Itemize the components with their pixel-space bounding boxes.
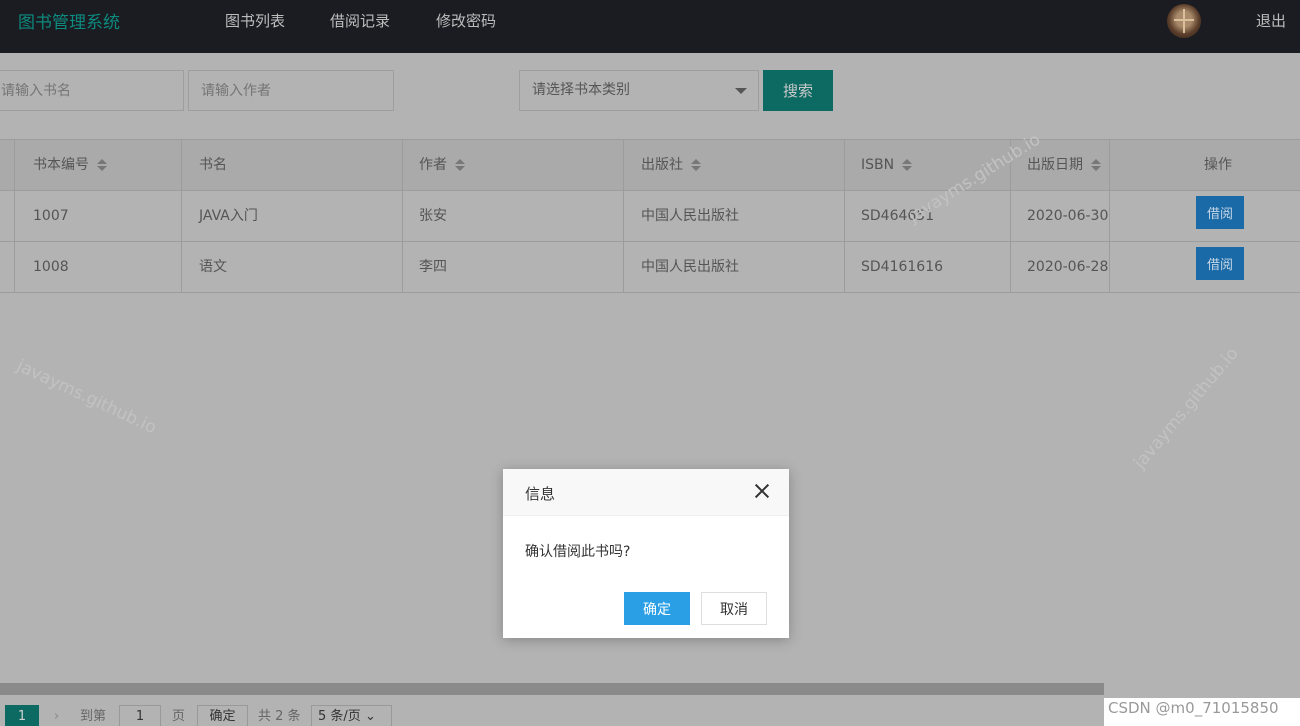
column-divider <box>402 139 403 293</box>
page-current[interactable]: 1 <box>5 705 39 726</box>
dialog-message: 确认借阅此书吗? <box>525 544 631 560</box>
page-label: 页 <box>172 709 186 724</box>
close-icon[interactable] <box>754 483 770 499</box>
column-header-publisher[interactable]: 出版社 <box>641 140 701 190</box>
cell-publisher: 中国人民出版社 <box>641 259 739 275</box>
column-divider <box>14 139 15 293</box>
goto-label: 到第 <box>80 709 107 724</box>
author-input[interactable] <box>188 70 394 111</box>
cell-publisher: 中国人民出版社 <box>641 208 739 224</box>
column-divider <box>181 139 182 293</box>
borrow-button[interactable]: 借阅 <box>1196 247 1244 280</box>
sort-icon[interactable] <box>97 159 107 171</box>
sort-icon[interactable] <box>455 159 465 171</box>
next-page-icon[interactable]: › <box>54 705 59 726</box>
logout-link[interactable]: 退出 <box>1256 10 1286 31</box>
total-count: 共 2 条 <box>258 709 301 724</box>
cell-date: 2020-06-30 <box>1027 208 1109 224</box>
page-size-select[interactable]: 5 条/页 ⌄ <box>311 705 392 726</box>
cancel-button[interactable]: 取消 <box>701 592 767 625</box>
sort-icon[interactable] <box>691 159 701 171</box>
csdn-watermark: CSDN @m0_71015850 <box>1104 698 1300 726</box>
category-select[interactable]: 请选择书本类别 <box>519 70 759 111</box>
nav-borrow-records[interactable]: 借阅记录 <box>330 10 390 31</box>
watermark-text: javayms.github.io <box>13 356 160 439</box>
nav-change-password[interactable]: 修改密码 <box>436 10 496 31</box>
sort-icon[interactable] <box>902 159 913 171</box>
confirm-button[interactable]: 确定 <box>624 592 690 625</box>
app-logo[interactable]: 图书管理系统 <box>18 8 120 33</box>
goto-confirm-button[interactable]: 确定 <box>197 705 248 726</box>
chevron-down-icon: ⌄ <box>364 709 376 724</box>
cell-date: 2020-06-28 <box>1027 259 1109 275</box>
goto-page-input[interactable]: 1 <box>119 705 161 726</box>
dialog-title: 信息 <box>525 485 556 503</box>
dialog-header: 信息 <box>503 469 789 516</box>
confirm-dialog: 信息 确认借阅此书吗? 确定 取消 <box>503 469 789 638</box>
chevron-down-icon <box>735 88 747 94</box>
user-avatar[interactable] <box>1167 4 1201 38</box>
column-header-id[interactable]: 书本编号 <box>33 140 107 190</box>
borrow-button[interactable]: 借阅 <box>1196 196 1244 229</box>
table-header: 书本编号 书名 作者 出版社 ISBN 出版日期 操作 <box>0 139 1300 191</box>
watermark-text: javayms.github.io <box>1130 343 1243 473</box>
table-row: 1007 JAVA入门 张安 中国人民出版社 SD464651 2020-06-… <box>0 191 1300 242</box>
cell-name: 语文 <box>199 259 227 275</box>
column-divider <box>844 139 845 293</box>
column-header-isbn[interactable]: ISBN <box>861 140 913 190</box>
cell-name: JAVA入门 <box>199 208 258 224</box>
nav-book-list[interactable]: 图书列表 <box>225 10 285 31</box>
horizontal-scrollbar[interactable] <box>0 683 1104 695</box>
table-row: 1008 语文 李四 中国人民出版社 SD4161616 2020-06-28 … <box>0 242 1300 293</box>
cell-isbn: SD4161616 <box>861 259 944 275</box>
book-name-input[interactable] <box>0 70 184 111</box>
cell-author: 李四 <box>419 259 447 275</box>
top-navbar: 图书管理系统 图书列表 借阅记录 修改密码 退出 <box>0 0 1300 53</box>
search-button[interactable]: 搜索 <box>763 70 833 111</box>
column-header-author[interactable]: 作者 <box>419 140 465 190</box>
column-divider <box>1109 139 1110 293</box>
column-divider <box>623 139 624 293</box>
sort-icon[interactable] <box>1091 159 1101 171</box>
column-header-action: 操作 <box>1204 157 1232 173</box>
column-header-name: 书名 <box>199 157 227 173</box>
cell-id: 1007 <box>33 208 69 224</box>
cell-author: 张安 <box>419 208 447 224</box>
cell-id: 1008 <box>33 259 69 275</box>
